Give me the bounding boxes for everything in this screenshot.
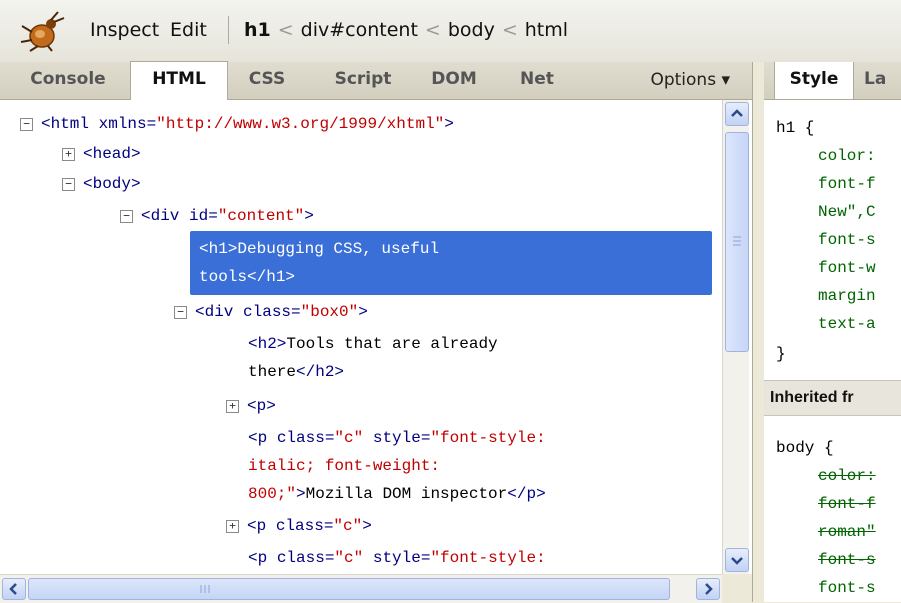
tab-style[interactable]: Style [774, 62, 854, 99]
tree-node-p-styled-cont: italic; font-weight: [248, 457, 441, 475]
horizontal-scroll-thumb[interactable] [28, 578, 670, 600]
breadcrumb-separator: < [424, 19, 441, 41]
breadcrumb: h1 < div#content < body < html [244, 18, 568, 42]
horizontal-scrollbar[interactable] [0, 574, 722, 603]
css-property-overridden: roman" [818, 523, 876, 541]
collapse-icon[interactable]: − [62, 178, 75, 191]
collapse-icon[interactable]: − [20, 118, 33, 131]
breadcrumb-item[interactable]: h1 [244, 19, 271, 41]
scroll-up-icon[interactable] [725, 102, 749, 126]
css-property[interactable]: font-w [818, 254, 876, 282]
css-rule-close: } [776, 345, 786, 363]
css-property-overridden[interactable]: color: [818, 462, 876, 490]
inspect-button[interactable]: Inspect [90, 18, 159, 42]
scroll-down-icon[interactable] [725, 548, 749, 572]
options-menu-button[interactable]: Options ▾ [650, 62, 730, 98]
tree-node-p-styled-cont: 800;">Mozilla DOM inspector</p> [248, 485, 546, 503]
selected-tree-node-h1[interactable]: <h1>Debugging CSS, useful tools</h1> [190, 231, 712, 295]
css-property[interactable]: text-a [818, 310, 876, 338]
html-tree-panel: − <html xmlns="http://www.w3.org/1999/xht… [0, 100, 752, 574]
tree-node-h2-cont[interactable]: there</h2> [248, 358, 344, 386]
scroll-right-icon[interactable] [696, 578, 720, 600]
edit-button[interactable]: Edit [170, 18, 207, 42]
css-property-cont: New",C [818, 203, 876, 221]
tree-node-h2[interactable]: <h2>Tools that are already [248, 330, 498, 358]
firebug-toolbar: Inspect Edit h1 < div#content < body < html [0, 0, 901, 63]
collapse-icon[interactable]: − [120, 210, 133, 223]
tab-layout[interactable]: La [864, 62, 901, 99]
css-property[interactable]: font-s [818, 574, 876, 602]
css-property[interactable]: font-f [818, 170, 876, 198]
css-property[interactable]: color: [818, 142, 876, 170]
scroll-left-icon[interactable] [2, 578, 26, 600]
tree-node-p-c[interactable]: + <p class="c"> [226, 512, 372, 540]
inherited-section-header[interactable]: Inherited fr [764, 380, 901, 416]
css-property-overridden[interactable]: font-f [818, 490, 876, 518]
side-panel-tabs: Style La [764, 62, 901, 100]
firebug-bug-icon[interactable] [18, 10, 66, 52]
tab-script[interactable]: Script [325, 62, 401, 99]
tree-node-html[interactable]: − <html xmlns="http://www.w3.org/1999/xht… [20, 110, 454, 138]
tab-css[interactable]: CSS [240, 62, 294, 99]
vertical-scroll-thumb[interactable] [725, 132, 749, 352]
tab-console[interactable]: Console [8, 62, 128, 99]
tab-html[interactable]: HTML [130, 61, 228, 100]
expand-icon[interactable]: + [226, 400, 239, 413]
breadcrumb-item[interactable]: div#content [301, 19, 418, 41]
expand-icon[interactable]: + [226, 520, 239, 533]
breadcrumb-separator: < [501, 19, 518, 41]
tab-net[interactable]: Net [514, 62, 560, 99]
panel-tabs: Console HTML CSS Script DOM Net Options … [0, 61, 752, 100]
collapse-icon[interactable]: − [174, 306, 187, 319]
expand-icon[interactable]: + [62, 148, 75, 161]
tree-node-p[interactable]: + <p> [226, 392, 276, 420]
breadcrumb-item[interactable]: body [448, 19, 495, 41]
style-panel: h1 { color: font-f New",C font-s font-w … [764, 100, 901, 602]
css-property-overridden[interactable]: font-s [818, 546, 876, 574]
breadcrumb-item[interactable]: html [525, 19, 568, 41]
tree-node-p-styled[interactable]: <p class="c" style="font-style: [248, 424, 546, 452]
tree-node-head[interactable]: + <head> [62, 140, 141, 168]
toolbar-divider [228, 16, 229, 44]
tree-node-div-content[interactable]: − <div id="content"> [120, 202, 314, 230]
css-selector: h1 { [776, 119, 815, 137]
css-selector: body { [776, 439, 834, 457]
scrollbar-corner [722, 574, 752, 602]
tree-node-div-box0[interactable]: − <div class="box0"> [174, 298, 368, 326]
tree-node-body[interactable]: − <body> [62, 170, 141, 198]
vertical-scrollbar[interactable] [722, 100, 749, 574]
css-property[interactable]: margin [818, 282, 876, 310]
tree-node-p-styled-2[interactable]: <p class="c" style="font-style: [248, 544, 546, 572]
css-property[interactable]: font-s [818, 226, 876, 254]
tab-dom[interactable]: DOM [424, 62, 484, 99]
breadcrumb-separator: < [277, 19, 294, 41]
